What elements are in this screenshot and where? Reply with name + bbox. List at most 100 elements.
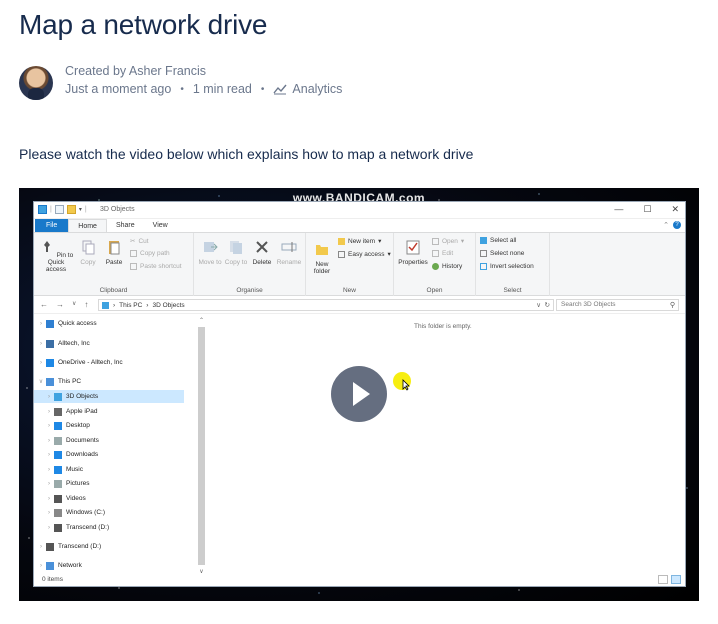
nav-item-label: Transcend (D:) <box>58 543 102 550</box>
nav-downloads[interactable]: › Downloads <box>34 448 184 461</box>
expanded-chevron-icon[interactable]: ∨ <box>36 378 46 385</box>
nav-this-pc[interactable]: ∨ This PC <box>34 375 184 388</box>
forward-arrow-icon[interactable]: → <box>56 300 64 309</box>
quick-access-dropdown-icon[interactable]: ▾ <box>79 206 82 213</box>
collapsed-chevron-icon[interactable]: › <box>44 481 54 487</box>
collapsed-chevron-icon[interactable]: › <box>36 341 46 347</box>
open-button[interactable]: Open ▾ <box>432 237 464 245</box>
rename-button[interactable]: Rename <box>276 239 302 266</box>
nav-onedrive[interactable]: › OneDrive - Alltech, Inc <box>34 356 184 369</box>
tab-file[interactable]: File <box>35 219 69 232</box>
video-player[interactable]: www.BANDICAM.com | ▾ | 3D Objects — ☐ ✕ … <box>19 188 699 601</box>
read-time: 1 min read <box>192 82 252 96</box>
tab-view[interactable]: View <box>144 219 177 232</box>
nav-transcend-d[interactable]: › Transcend (D:) <box>34 540 184 553</box>
copy-path-button[interactable]: Copy path <box>130 250 170 257</box>
address-dropdown-icon[interactable]: ∨ <box>536 301 541 309</box>
paste-shortcut-button[interactable]: Paste shortcut <box>130 263 182 270</box>
collapsed-chevron-icon[interactable]: › <box>44 409 54 415</box>
nav-documents[interactable]: › Documents <box>34 434 184 447</box>
large-icons-view-icon[interactable] <box>671 575 681 584</box>
collapsed-chevron-icon[interactable]: › <box>36 321 46 327</box>
new-item-button[interactable]: New item ▾ <box>338 237 381 245</box>
nav-desktop[interactable]: › Desktop <box>34 419 184 432</box>
scroll-thumb[interactable] <box>198 327 205 565</box>
nav-videos[interactable]: › Videos <box>34 492 184 505</box>
properties-icon[interactable] <box>54 205 64 214</box>
nav-pictures[interactable]: › Pictures <box>34 477 184 490</box>
details-view-icon[interactable] <box>658 575 668 584</box>
up-arrow-icon[interactable]: ↑ <box>84 300 88 309</box>
collapsed-chevron-icon[interactable]: › <box>44 510 54 516</box>
collapsed-chevron-icon[interactable]: › <box>44 467 54 473</box>
paste-button[interactable]: Paste <box>102 239 126 266</box>
copy-button[interactable]: Copy <box>76 239 100 266</box>
collapsed-chevron-icon[interactable]: › <box>44 438 54 444</box>
minimize-icon[interactable]: — <box>614 204 623 215</box>
dropdown-arrow-icon: ▾ <box>378 238 382 245</box>
new-folder-button[interactable]: New folder <box>310 241 334 275</box>
ribbon-tabs: File Home Share View ⌃ ? <box>34 219 685 232</box>
collapsed-chevron-icon[interactable]: › <box>36 360 46 366</box>
maximize-icon[interactable]: ☐ <box>643 204 651 215</box>
refresh-icon[interactable]: ↻ <box>545 301 550 309</box>
tab-home[interactable]: Home <box>68 219 107 232</box>
search-icon: ⚲ <box>669 302 675 309</box>
address-input[interactable]: › This PC › 3D Objects ∨ ↻ <box>98 299 554 311</box>
copy-to-button[interactable]: Copy to <box>224 239 248 266</box>
desktop-icon <box>54 421 62 430</box>
open-label: Open <box>426 287 443 294</box>
building-icon <box>46 339 54 348</box>
move-to-button[interactable]: Move to <box>198 239 222 266</box>
nav-apple-ipad[interactable]: › Apple iPad <box>34 405 184 418</box>
nav-music[interactable]: › Music <box>34 463 184 476</box>
explorer-window-title: 3D Objects <box>100 206 135 213</box>
invert-selection-button[interactable]: Invert selection <box>480 263 534 270</box>
cut-button[interactable]: ✂ Cut <box>130 237 149 246</box>
collapsed-chevron-icon[interactable]: › <box>36 563 46 569</box>
new-group: New folder New item ▾ Easy access ▾ New <box>306 233 394 296</box>
collapsed-chevron-icon[interactable]: › <box>44 394 54 400</box>
collapsed-chevron-icon[interactable]: › <box>44 496 54 502</box>
collapsed-chevron-icon[interactable]: › <box>44 423 54 429</box>
easy-access-button[interactable]: Easy access ▾ <box>338 250 391 258</box>
select-all-button[interactable]: Select all <box>480 237 516 244</box>
breadcrumb-current[interactable]: 3D Objects <box>152 302 184 309</box>
search-input[interactable]: Search 3D Objects ⚲ <box>556 299 679 311</box>
status-bar: 0 items <box>34 574 685 586</box>
folder-icon[interactable] <box>66 205 76 214</box>
nav-3d-objects[interactable]: › 3D Objects <box>34 390 184 403</box>
edit-button[interactable]: Edit <box>432 250 453 257</box>
nav-scrollbar[interactable]: ⌃ ∨ <box>197 317 206 575</box>
avatar[interactable] <box>19 66 53 100</box>
play-button[interactable] <box>331 366 387 422</box>
back-arrow-icon[interactable]: ← <box>40 300 48 309</box>
collapsed-chevron-icon[interactable]: › <box>44 452 54 458</box>
nav-transcend-d-sub[interactable]: › Transcend (D:) <box>34 521 184 534</box>
history-button[interactable]: History <box>432 263 462 270</box>
breadcrumb-this-pc[interactable]: This PC <box>119 302 142 309</box>
scroll-up-icon[interactable]: ⌃ <box>197 317 206 324</box>
select-none-button[interactable]: Select none <box>480 250 524 257</box>
nav-item-label: This PC <box>58 378 82 385</box>
copy-path-icon <box>130 250 137 257</box>
nav-network[interactable]: › Network <box>34 559 184 572</box>
tab-share[interactable]: Share <box>107 219 144 232</box>
recent-dropdown-icon[interactable]: ∨ <box>72 300 76 309</box>
collapsed-chevron-icon[interactable]: › <box>44 525 54 531</box>
nav-item-label: Quick access <box>58 320 97 327</box>
separator-dot: • <box>260 83 265 95</box>
dropdown-arrow-icon: ▾ <box>460 238 465 245</box>
chevron-up-icon[interactable]: ⌃ <box>663 221 669 229</box>
properties-button[interactable]: Properties <box>396 239 430 266</box>
pin-quick-access-button[interactable]: Pin to Quick access <box>38 239 74 273</box>
nav-windows-c[interactable]: › Windows (C:) <box>34 506 184 519</box>
delete-button[interactable]: Delete <box>250 239 274 266</box>
close-icon[interactable]: ✕ <box>671 204 679 215</box>
nav-quick-access[interactable]: › Quick access <box>34 317 184 330</box>
analytics-link[interactable]: Analytics <box>273 82 342 96</box>
help-icon[interactable]: ? <box>673 221 681 229</box>
music-icon <box>54 465 62 474</box>
collapsed-chevron-icon[interactable]: › <box>36 544 46 550</box>
nav-alltech[interactable]: › Alltech, Inc <box>34 337 184 350</box>
